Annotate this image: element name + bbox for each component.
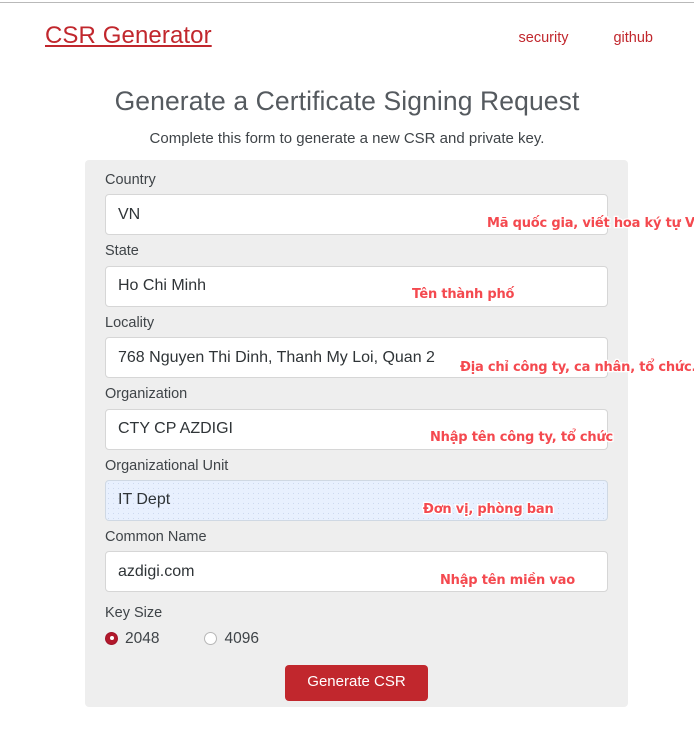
field-label-country: Country xyxy=(105,172,156,188)
key-size-option-2048[interactable]: 2048 xyxy=(105,631,159,647)
common-name-input[interactable] xyxy=(105,551,608,593)
page-title: Generate a Certificate Signing Request xyxy=(114,86,580,116)
state-input[interactable] xyxy=(105,265,608,307)
top-divider xyxy=(0,2,694,3)
key-size-group: Key Size 2048 4096 xyxy=(105,605,608,646)
nav-link-github[interactable]: github xyxy=(613,30,653,46)
key-size-option-4096-label: 4096 xyxy=(224,629,259,647)
field-locality: Locality Địa chỉ công ty, ca nhân, tổ ch… xyxy=(105,314,694,379)
brand-link[interactable]: CSR Generator xyxy=(45,22,212,50)
organizational-unit-input[interactable] xyxy=(105,479,608,521)
key-size-radio-row: 2048 4096 xyxy=(105,631,608,647)
locality-input[interactable] xyxy=(105,337,608,379)
page-header: Generate a Certificate Signing Request C… xyxy=(0,85,694,148)
csr-form-panel: Country Mã quốc gia, viết hoa ký tự VN S… xyxy=(85,160,694,707)
field-state: State Tên thành phố xyxy=(105,243,608,307)
field-label-state: State xyxy=(105,243,139,260)
organization-input[interactable] xyxy=(105,408,608,450)
key-size-option-2048-label: 2048 xyxy=(125,629,160,647)
key-size-label: Key Size xyxy=(105,605,163,622)
field-organizational-unit: Organizational Unit Đơn vị, phòng ban xyxy=(105,458,608,521)
page-subtitle: Complete this form to generate a new CSR… xyxy=(149,130,545,148)
field-common-name: Common Name Nhập tên miền vao xyxy=(105,528,608,593)
radio-selected-icon[interactable] xyxy=(105,631,118,645)
country-input[interactable] xyxy=(105,194,608,236)
radio-unselected-icon[interactable] xyxy=(204,631,218,645)
field-organization: Organization Nhập tên công ty, tổ chức xyxy=(105,386,615,450)
generate-csr-button[interactable]: Generate CSR xyxy=(285,665,428,701)
field-label-organization: Organization xyxy=(105,386,188,403)
field-label-locality: Locality xyxy=(105,314,155,331)
nav-link-security[interactable]: security xyxy=(519,30,569,46)
navbar: CSR Generator security github xyxy=(0,22,694,64)
field-country: Country Mã quốc gia, viết hoa ký tự VN xyxy=(105,172,694,236)
submit-row: Generate CSR xyxy=(105,665,608,701)
field-label-organizational-unit: Organizational Unit xyxy=(105,457,229,474)
nav-links: security github xyxy=(519,30,653,46)
field-label-common-name: Common Name xyxy=(105,528,207,545)
key-size-option-4096[interactable]: 4096 xyxy=(204,629,259,647)
